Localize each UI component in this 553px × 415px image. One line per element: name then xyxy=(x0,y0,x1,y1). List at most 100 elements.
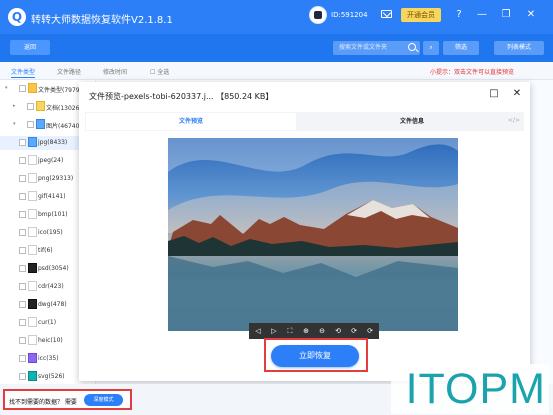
tab-file-preview[interactable]: 文件预览 xyxy=(86,113,296,130)
tree-item-label: gif(4141) xyxy=(38,193,66,200)
checkbox[interactable] xyxy=(19,301,26,308)
file-icon xyxy=(28,281,37,291)
open-vip-button[interactable]: 开通会员 xyxy=(401,8,441,22)
document-icon xyxy=(36,101,45,111)
restore-now-button[interactable]: 立即恢复 xyxy=(271,345,359,367)
chevron-down-icon[interactable]: ▾ xyxy=(13,121,16,127)
minimize-button[interactable]: — xyxy=(474,6,490,24)
close-preview-icon[interactable]: ✕ xyxy=(510,87,524,101)
search-input[interactable]: 搜索文件或文件夹 xyxy=(333,41,420,55)
tab-modified-time[interactable]: 修改时间 xyxy=(103,67,127,76)
checkbox[interactable] xyxy=(19,319,26,326)
checkbox[interactable] xyxy=(19,85,26,92)
filter-button[interactable]: 筛选 xyxy=(443,41,479,55)
tree-item-label: psd(3054) xyxy=(38,265,69,272)
preview-image xyxy=(168,138,458,331)
next-icon[interactable]: ▷ xyxy=(269,325,279,337)
fullscreen-icon[interactable]: ⛶ xyxy=(285,325,295,337)
file-icon xyxy=(28,227,37,237)
select-all-checkbox[interactable]: ☐ 全选 xyxy=(150,67,169,76)
tree-item-label: bmp(101) xyxy=(38,211,68,218)
checkbox[interactable] xyxy=(19,211,26,218)
cloud-shape xyxy=(168,138,458,172)
zoom-out-icon[interactable]: ⊖ xyxy=(317,325,327,337)
dwg-file-icon xyxy=(28,299,37,309)
checkbox[interactable] xyxy=(27,103,34,110)
deep-mode-button[interactable]: 深度模式 xyxy=(84,394,123,406)
zoom-in-icon[interactable]: ⊕ xyxy=(301,325,311,337)
restore-highlight: 立即恢复 xyxy=(264,338,368,372)
list-mode-button[interactable]: 列表模式 xyxy=(494,41,544,55)
file-icon xyxy=(28,245,37,255)
deep-scan-text: 找不到需要的数据？ 需要 xyxy=(9,399,77,406)
checkbox[interactable] xyxy=(19,337,26,344)
maximize-preview-icon[interactable]: □ xyxy=(487,87,501,101)
checkbox[interactable] xyxy=(19,265,26,272)
help-button[interactable]: ? xyxy=(451,6,467,24)
landscape-photo xyxy=(168,138,458,331)
svg-file-icon xyxy=(28,371,37,381)
rotate-right-icon[interactable]: ⟳ xyxy=(349,325,359,337)
checkbox[interactable] xyxy=(19,247,26,254)
maximize-button[interactable]: ❐ xyxy=(498,6,514,24)
tab-file-type[interactable]: 文件类型 xyxy=(11,67,36,78)
file-icon xyxy=(28,173,37,183)
water-reflection xyxy=(168,256,458,331)
app-logo-icon: Q xyxy=(8,8,26,26)
icc-file-icon xyxy=(28,353,37,363)
tab-file-path[interactable]: 文件路径 xyxy=(57,67,81,76)
file-icon xyxy=(28,335,37,345)
tree-item-label: cdr(423) xyxy=(38,283,64,290)
close-window-button[interactable]: ✕ xyxy=(523,6,539,24)
preview-tabs: 文件预览 文件信息 </> xyxy=(85,112,524,131)
select-all-label: 全选 xyxy=(157,69,170,76)
preview-title: 文件预览-pexels-tobi-620337.j... 【850.24 KB】 xyxy=(89,92,274,101)
itopm-watermark: ITOPM xyxy=(391,364,549,414)
back-button[interactable]: 返回 xyxy=(10,40,50,55)
tree-item-label: jpg(8433) xyxy=(38,139,68,146)
reset-rotate-icon[interactable]: ⟳ xyxy=(365,325,375,337)
checkbox[interactable] xyxy=(19,157,26,164)
file-icon xyxy=(28,317,37,327)
message-icon[interactable] xyxy=(381,10,392,18)
chevron-down-icon[interactable]: ▾ xyxy=(5,85,8,91)
search-placeholder: 搜索文件或文件夹 xyxy=(339,44,388,51)
browse-folder-button[interactable]: ⌕ xyxy=(423,41,439,55)
checkbox[interactable] xyxy=(27,121,34,128)
view-tabs: 文件类型 文件路径 修改时间 ☐ 全选 小提示：双击文件可以直接预览 xyxy=(0,62,553,80)
tree-item-label: svg(526) xyxy=(38,373,65,380)
main-toolbar: 返回 搜索文件或文件夹 ⌕ 筛选 列表模式 xyxy=(0,34,553,62)
tree-item-label: tif(6) xyxy=(38,247,53,254)
checkbox[interactable] xyxy=(19,229,26,236)
user-id-label: ID:591204 xyxy=(331,11,368,19)
image-folder-icon xyxy=(36,119,45,129)
preview-tip: 小提示：双击文件可以直接预览 xyxy=(430,69,515,76)
app-title: 转转大师数据恢复软件V2.1.8.1 xyxy=(31,15,173,26)
file-icon xyxy=(28,155,37,165)
folder-icon xyxy=(28,83,37,93)
image-file-icon xyxy=(28,137,37,147)
tree-item-label: cur(1) xyxy=(38,319,57,326)
tree-item-label: ico(195) xyxy=(38,229,63,236)
previous-icon[interactable]: ◁ xyxy=(253,325,263,337)
checkbox[interactable] xyxy=(19,193,26,200)
checkbox[interactable] xyxy=(19,175,26,182)
checkbox[interactable] xyxy=(19,355,26,362)
user-avatar[interactable] xyxy=(309,6,327,24)
tab-file-info[interactable]: 文件信息 xyxy=(307,113,517,130)
tree-item-label: icc(35) xyxy=(38,355,59,362)
checkbox[interactable] xyxy=(19,373,26,380)
tree-item-label: 图片(46740) xyxy=(46,123,82,130)
search-icon[interactable] xyxy=(408,43,416,51)
tree-item-label: 文档(13026) xyxy=(46,105,82,112)
checkbox[interactable] xyxy=(19,139,26,146)
data-recovery-app: Q 转转大师数据恢复软件V2.1.8.1 ID:591204 开通会员 ? — … xyxy=(0,0,553,415)
tree-item-label: heic(10) xyxy=(38,337,63,344)
code-view-icon[interactable]: </> xyxy=(508,117,520,124)
rotate-left-icon[interactable]: ⟲ xyxy=(333,325,343,337)
image-viewer-toolbar: ◁ ▷ ⛶ ⊕ ⊖ ⟲ ⟳ ⟳ xyxy=(249,323,379,339)
deep-scan-prompt: 找不到需要的数据？ 需要 深度模式 xyxy=(3,389,132,410)
chevron-right-icon[interactable]: ▸ xyxy=(13,103,16,109)
file-icon xyxy=(28,191,37,201)
checkbox[interactable] xyxy=(19,283,26,290)
